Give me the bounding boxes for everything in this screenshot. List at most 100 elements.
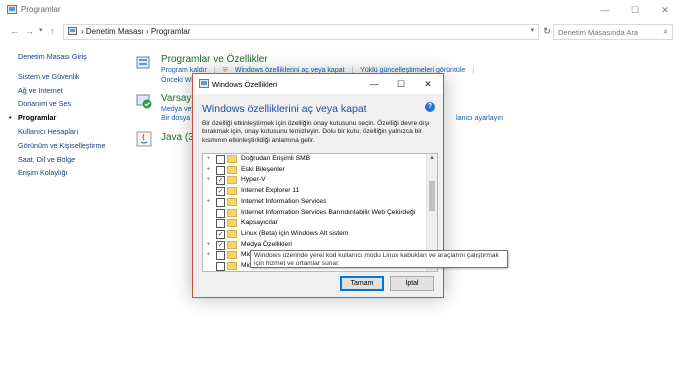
breadcrumb-denetim-masasi[interactable]: Denetim Masası bbox=[86, 27, 144, 36]
recent-locations-chevron-icon[interactable]: ▾ bbox=[39, 26, 43, 34]
dialog-title-bar: Windows Özellikleri — ☐ ✕ bbox=[193, 74, 443, 94]
sidebar-item-ease-of-access[interactable]: Erişim Kolaylığı bbox=[18, 166, 130, 180]
forward-arrow-icon[interactable]: → bbox=[25, 26, 34, 36]
feature-row[interactable]: + ✓ Medya Özellikleri bbox=[203, 240, 425, 251]
feature-checkbox[interactable]: ✓ bbox=[216, 240, 225, 250]
sidebar-item-clock-region[interactable]: Saat, Dil ve Bölge bbox=[18, 153, 130, 167]
folder-icon bbox=[227, 187, 237, 196]
window-title: Programlar bbox=[21, 5, 61, 14]
feature-row[interactable]: Internet Information Services Barındırıl… bbox=[203, 208, 425, 219]
breadcrumb: › Denetim Masası › Programlar bbox=[81, 27, 190, 36]
dialog-minimize-button[interactable]: — bbox=[361, 74, 387, 94]
folder-icon bbox=[227, 208, 237, 217]
folder-icon bbox=[227, 240, 237, 249]
folder-icon bbox=[227, 219, 237, 228]
feature-checkbox[interactable]: ✓ bbox=[216, 176, 225, 186]
sidebar-item-home[interactable]: Denetim Masası Giriş bbox=[18, 50, 130, 64]
sidebar: Denetim Masası Giriş Sistem ve Güvenlik … bbox=[9, 50, 130, 180]
back-arrow-icon[interactable]: ← bbox=[10, 26, 19, 36]
link-separator: | bbox=[472, 67, 475, 74]
sidebar-item-network[interactable]: Ağ ve Internet bbox=[18, 84, 130, 98]
feature-checkbox[interactable]: ✓ bbox=[216, 187, 225, 197]
feature-checkbox[interactable] bbox=[216, 155, 225, 164]
feature-checkbox[interactable] bbox=[216, 251, 225, 261]
expand-icon bbox=[205, 230, 212, 237]
minimize-button[interactable]: — bbox=[590, 0, 620, 20]
dialog-heading: Windows özelliklerini aç veya kapat bbox=[202, 103, 367, 115]
expand-icon[interactable]: + bbox=[205, 251, 212, 258]
refresh-icon[interactable]: ↻ bbox=[540, 24, 554, 38]
dialog-maximize-button[interactable]: ☐ bbox=[388, 74, 414, 94]
expand-icon bbox=[205, 187, 212, 194]
search-input[interactable] bbox=[558, 26, 648, 38]
feature-checkbox[interactable] bbox=[216, 219, 225, 229]
feature-row[interactable]: ✓ Internet Explorer 11 bbox=[203, 186, 425, 197]
feature-label: Doğrudan Erişimli SMB bbox=[241, 155, 311, 162]
file-type-link[interactable]: Bir dosya t bbox=[161, 115, 194, 122]
sidebar-item-user-accounts[interactable]: Kullanıcı Hesapları bbox=[18, 125, 130, 139]
java-icon bbox=[136, 131, 152, 147]
dialog-close-button[interactable]: ✕ bbox=[415, 74, 441, 94]
folder-icon bbox=[227, 165, 237, 174]
close-button[interactable]: ✕ bbox=[650, 0, 680, 20]
expand-icon[interactable]: + bbox=[205, 198, 212, 205]
programs-features-icon bbox=[136, 56, 150, 69]
folder-icon bbox=[227, 262, 237, 270]
ok-button[interactable]: Tamam bbox=[340, 276, 384, 291]
cancel-button[interactable]: İptal bbox=[390, 276, 434, 291]
expand-icon bbox=[205, 262, 212, 269]
control-panel-icon bbox=[68, 27, 77, 35]
feature-label: Linux (Beta) için Windows Alt sistem bbox=[241, 229, 349, 237]
feature-label: Internet Information Services Barındırıl… bbox=[241, 208, 416, 216]
set-user-defaults-link[interactable]: lanıcı ayarlayın bbox=[456, 115, 503, 122]
expand-icon[interactable]: + bbox=[205, 155, 212, 162]
feature-row[interactable]: + Doğrudan Erişimli SMB bbox=[203, 154, 425, 165]
feature-row[interactable]: + Eski Bileşenler bbox=[203, 165, 425, 176]
feature-checkbox[interactable]: ✓ bbox=[216, 229, 225, 239]
feature-checkbox[interactable] bbox=[216, 208, 225, 218]
scrollbar-thumb[interactable] bbox=[429, 181, 435, 211]
feature-tooltip: Windows üzerinde yerel kod kullanıcı mod… bbox=[250, 250, 508, 268]
address-dropdown-chevron-icon[interactable]: ▾ bbox=[530, 26, 534, 34]
address-bar[interactable]: › Denetim Masası › Programlar ▾ bbox=[63, 24, 539, 40]
expand-icon bbox=[205, 219, 212, 226]
previous-windows-link[interactable]: Önceki Wi bbox=[161, 77, 193, 84]
folder-icon bbox=[227, 155, 237, 163]
expand-icon bbox=[205, 209, 212, 216]
feature-row[interactable]: Kapsayıcılar bbox=[203, 218, 425, 229]
search-box[interactable]: ⌕ bbox=[553, 24, 673, 40]
sidebar-item-system-security[interactable]: Sistem ve Güvenlik bbox=[18, 70, 130, 84]
programs-features-title[interactable]: Programlar ve Özellikler bbox=[161, 54, 268, 65]
control-panel-icon bbox=[7, 5, 17, 14]
dialog-description: Bir özelliği etkinleştirmek için özelliğ… bbox=[202, 120, 430, 144]
folder-icon bbox=[227, 229, 237, 238]
sidebar-item-programs[interactable]: Programlar bbox=[9, 111, 130, 125]
title-bar: Programlar — ☐ ✕ bbox=[0, 0, 680, 20]
feature-label: Internet Information Services bbox=[241, 197, 327, 205]
default-programs-icon bbox=[136, 94, 152, 109]
expand-icon[interactable]: + bbox=[205, 176, 212, 183]
help-icon[interactable]: ? bbox=[425, 102, 435, 112]
feature-label: Medya Özellikleri bbox=[241, 240, 292, 248]
scroll-up-icon[interactable]: ▲ bbox=[427, 155, 437, 161]
breadcrumb-programlar[interactable]: Programlar bbox=[151, 27, 191, 36]
up-arrow-icon[interactable]: ↑ bbox=[50, 26, 55, 36]
folder-icon bbox=[227, 251, 237, 260]
feature-label: Internet Explorer 11 bbox=[241, 187, 300, 195]
sidebar-item-appearance[interactable]: Görünüm ve Kişiselleştirme bbox=[18, 139, 130, 153]
feature-checkbox[interactable] bbox=[216, 197, 225, 207]
expand-icon[interactable]: + bbox=[205, 166, 212, 173]
feature-row[interactable]: ✓ Linux (Beta) için Windows Alt sistem bbox=[203, 229, 425, 240]
maximize-button[interactable]: ☐ bbox=[620, 0, 650, 20]
sidebar-item-hardware-sound[interactable]: Donanım ve Ses bbox=[18, 97, 130, 111]
feature-label: Eski Bileşenler bbox=[241, 165, 285, 173]
feature-checkbox[interactable] bbox=[216, 165, 225, 175]
feature-row[interactable]: + Internet Information Services bbox=[203, 197, 425, 208]
folder-icon bbox=[227, 176, 237, 185]
feature-checkbox[interactable] bbox=[216, 262, 225, 271]
feature-label: Kapsayıcılar bbox=[241, 219, 278, 227]
feature-row[interactable]: + ✓ Hyper-V bbox=[203, 175, 425, 186]
folder-icon bbox=[227, 197, 237, 206]
expand-icon[interactable]: + bbox=[205, 241, 212, 248]
search-icon[interactable]: ⌕ bbox=[664, 27, 668, 37]
